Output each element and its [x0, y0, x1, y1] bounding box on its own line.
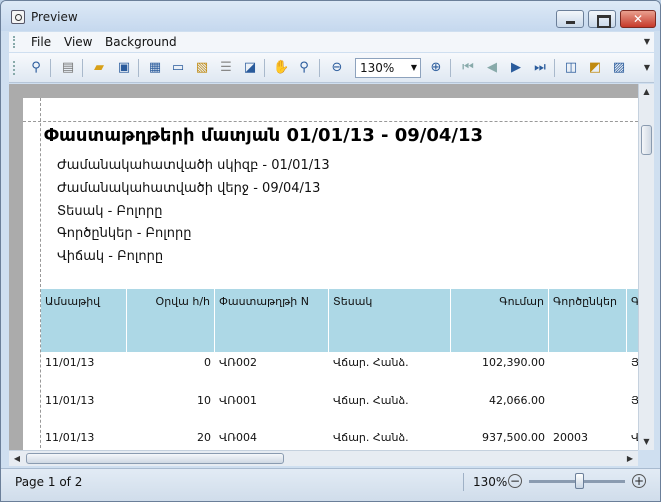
cell-date: 11/01/13	[45, 394, 95, 407]
param-partner: Գործընկեր - Բոլորը	[57, 226, 192, 241]
watermark-icon[interactable]: ▨	[611, 60, 627, 76]
table-row: 11/01/13 20 ՎՌ004 Վճար. Հանձ. 937,500.00…	[41, 431, 643, 450]
previous-page-icon[interactable]: ◀	[484, 60, 500, 76]
param-period-end: Ժամանակահատվածի վերջ - 09/04/13	[57, 181, 321, 196]
document-viewport[interactable]: Փաստաթղթերի մատյան 01/01/13 - 09/04/13 Ժ…	[9, 84, 654, 450]
zoom-in-button[interactable]: +	[632, 474, 646, 488]
zoom-in-icon[interactable]: ⊕	[428, 60, 444, 76]
cell-doc-no: ՎՌ001	[219, 394, 257, 407]
chevron-down-icon: ▼	[410, 63, 417, 72]
hand-tool-icon[interactable]: ✋	[273, 60, 289, 76]
print-options-icon[interactable]: ▤	[60, 60, 76, 76]
quick-print-icon[interactable]: ▧	[194, 60, 210, 76]
cell-date: 11/01/13	[45, 431, 95, 444]
preview-window: Preview ✕ File View Background ▼ ⚲ ▤ ▰ ▣…	[0, 0, 661, 502]
toolbar-separator	[554, 59, 555, 77]
scroll-left-icon[interactable]: ◀	[9, 451, 25, 466]
scroll-up-icon[interactable]: ▲	[639, 84, 654, 100]
zoom-out-button[interactable]: −	[508, 474, 522, 488]
column-header-doc-no: Փաստաթղթի N	[215, 289, 329, 352]
column-header-day-no: Օրվա հ/հ	[127, 289, 215, 352]
scroll-right-icon[interactable]: ▶	[622, 451, 638, 466]
page-layout-icon[interactable]: ☰	[218, 60, 234, 76]
toolbar-separator	[450, 59, 451, 77]
menu-bar: File View Background ▼	[9, 32, 654, 52]
export-icon[interactable]: ◪	[242, 60, 258, 76]
cell-doc-no: ՎՌ004	[219, 431, 257, 444]
app-icon	[11, 10, 25, 24]
cell-amount: 42,066.00	[489, 394, 545, 407]
status-separator	[463, 473, 464, 491]
toolbar-separator	[50, 59, 51, 77]
open-folder-icon[interactable]: ▰	[91, 60, 107, 76]
last-page-icon[interactable]: ⏭	[532, 60, 548, 76]
param-status: Վիճակ - Բոլորը	[57, 249, 164, 264]
zoom-slider-thumb[interactable]	[575, 473, 584, 489]
toolbar-separator	[319, 59, 320, 77]
table-header: Ամսաթիվ Օրվա հ/հ Փաստաթղթի N Տեսակ Գումա…	[41, 289, 643, 352]
binoculars-icon[interactable]: ⚲	[28, 60, 44, 76]
maximize-button[interactable]	[588, 10, 616, 28]
toolbar-separator	[138, 59, 139, 77]
close-icon: ✕	[632, 12, 644, 26]
toolbar-overflow-icon[interactable]: ▼	[644, 63, 650, 72]
title-bar: Preview ✕	[1, 1, 660, 31]
menu-grip[interactable]	[13, 36, 15, 48]
menu-file[interactable]: File	[31, 35, 51, 49]
print-icon[interactable]: ▭	[170, 60, 186, 76]
background-color-icon[interactable]: ◩	[587, 60, 603, 76]
cell-type: Վճար. Հանձ.	[333, 394, 409, 407]
column-header-partner: Գործընկեր	[549, 289, 627, 352]
cell-type: Վճար. Հանձ.	[333, 431, 409, 444]
column-header-amount: Գումար	[451, 289, 549, 352]
cell-doc-no: ՎՌ002	[219, 356, 257, 369]
scroll-down-icon[interactable]: ▼	[639, 434, 654, 450]
next-page-icon[interactable]: ▶	[508, 60, 524, 76]
cell-day-no: 20	[197, 431, 211, 444]
cell-partner: 20003	[553, 431, 588, 444]
toolbar: ⚲ ▤ ▰ ▣ ▦ ▭ ▧ ☰ ◪ ✋ ⚲ ⊖ 130% ▼ ⊕ ⏮ ◀ ▶ ⏭…	[9, 53, 654, 83]
report-title: Փաստաթղթերի մատյան 01/01/13 - 09/04/13	[44, 125, 484, 146]
cell-day-no: 10	[197, 394, 211, 407]
page-indicator: Page 1 of 2	[15, 475, 83, 489]
cell-type: Վճար. Հանձ.	[333, 356, 409, 369]
save-icon[interactable]: ▣	[116, 60, 132, 76]
status-bar: Page 1 of 2 130% − +	[1, 468, 660, 501]
zoom-out-icon[interactable]: ⊖	[329, 60, 345, 76]
horizontal-scroll-thumb[interactable]	[26, 453, 284, 464]
horizontal-scrollbar[interactable]: ◀ ▶	[9, 450, 638, 466]
first-page-icon[interactable]: ⏮	[460, 60, 476, 76]
window-title: Preview	[31, 10, 78, 24]
vertical-scroll-thumb[interactable]	[641, 125, 652, 155]
toolbar-grip[interactable]	[13, 61, 15, 75]
column-header-type: Տեսակ	[329, 289, 451, 352]
zoom-select-value: 130%	[360, 61, 395, 75]
column-header-date: Ամսաթիվ	[41, 289, 127, 352]
minimize-button[interactable]	[556, 10, 584, 28]
menu-background[interactable]: Background	[105, 35, 177, 49]
cell-date: 11/01/13	[45, 356, 95, 369]
magnifier-icon[interactable]: ⚲	[296, 60, 312, 76]
close-button[interactable]: ✕	[620, 10, 656, 28]
report-page: Փաստաթղթերի մատյան 01/01/13 - 09/04/13 Ժ…	[23, 98, 643, 450]
zoom-level: 130%	[473, 475, 508, 489]
cell-amount: 102,390.00	[482, 356, 545, 369]
vertical-scrollbar[interactable]: ▲ ▼	[638, 84, 654, 450]
multipage-icon[interactable]: ◫	[563, 60, 579, 76]
cell-day-no: 0	[204, 356, 211, 369]
table-row: 11/01/13 0 ՎՌ002 Վճար. Հանձ. 102,390.00 …	[41, 356, 643, 376]
cell-amount: 937,500.00	[482, 431, 545, 444]
param-type: Տեսակ - Բոլորը	[57, 204, 163, 219]
table-row: 11/01/13 10 ՎՌ001 Վճար. Հանձ. 42,066.00 …	[41, 394, 643, 414]
toolbar-separator	[264, 59, 265, 77]
page-setup-icon[interactable]: ▦	[147, 60, 163, 76]
toolbar-separator	[82, 59, 83, 77]
menu-view[interactable]: View	[64, 35, 92, 49]
menu-overflow-icon[interactable]: ▼	[644, 37, 650, 46]
margin-guide-horizontal	[23, 121, 643, 122]
param-period-start: Ժամանակահատվածի սկիզբ - 01/01/13	[57, 158, 330, 173]
zoom-select[interactable]: 130% ▼	[355, 58, 421, 78]
